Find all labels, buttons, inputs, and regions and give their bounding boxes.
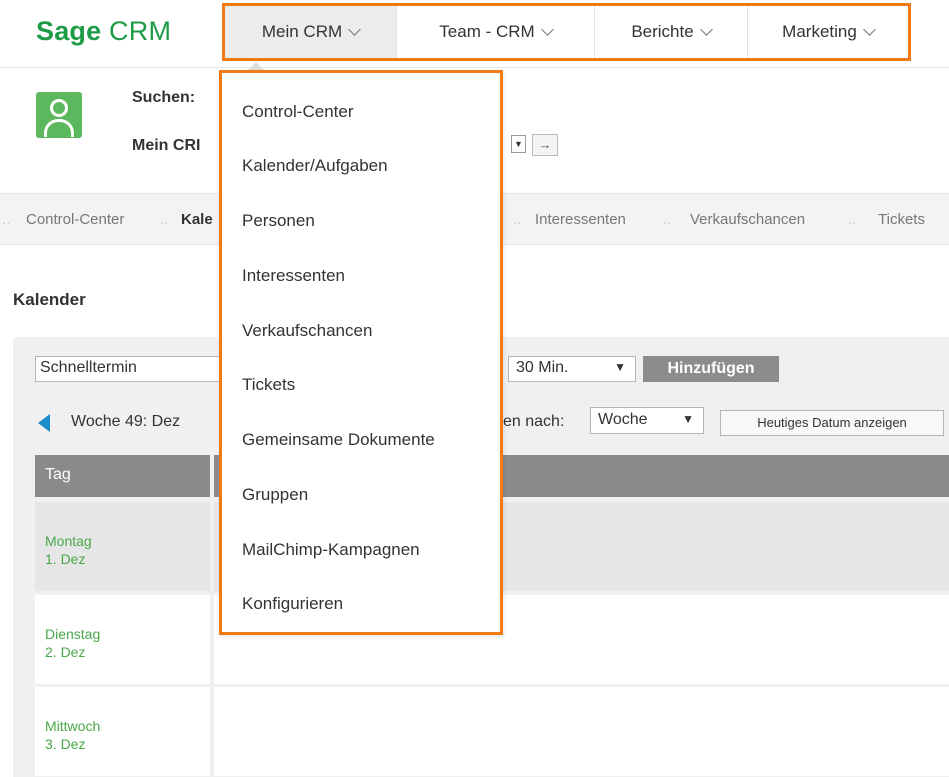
menu-item-kalender-aufgaben[interactable]: Kalender/Aufgaben: [242, 156, 388, 176]
go-button[interactable]: →: [532, 134, 558, 156]
avatar-body-shape: [44, 119, 74, 137]
nav-mein-crm[interactable]: Mein CRM: [225, 6, 397, 58]
weekday-text: Mittwoch: [45, 718, 101, 734]
menu-item-interessenten[interactable]: Interessenten: [242, 266, 345, 286]
nav-berichte-label: Berichte: [631, 22, 694, 41]
weekday-text: Montag: [45, 533, 92, 549]
sage-crm-logo[interactable]: Sage CRM: [36, 16, 171, 47]
user-icon[interactable]: [36, 92, 82, 138]
subnav-separator: ..: [2, 211, 11, 228]
quick-appointment-input[interactable]: Schnelltermin: [35, 356, 225, 382]
subnav-separator: ..: [513, 211, 522, 228]
mycrm-select-arrow[interactable]: ▼: [511, 135, 526, 153]
avatar-head-shape: [50, 99, 68, 117]
date-text: 2. Dez: [45, 644, 86, 660]
chevron-down-icon: [862, 23, 876, 36]
select-arrow-icon: ▼: [682, 412, 694, 426]
week-label: Woche 49: Dez: [71, 413, 181, 430]
logo-text-crm: CRM: [109, 16, 172, 46]
view-select[interactable]: Woche ▼: [590, 407, 704, 434]
menu-item-verkaufschancen[interactable]: Verkaufschancen: [242, 321, 372, 341]
subnav-separator: ..: [663, 211, 672, 228]
duration-value: 30 Min.: [516, 359, 569, 376]
menu-item-gruppen[interactable]: Gruppen: [242, 485, 308, 505]
menu-item-personen[interactable]: Personen: [242, 211, 315, 231]
search-label: Suchen:: [132, 89, 196, 106]
chevron-down-icon: [540, 23, 554, 36]
menu-item-control-center[interactable]: Control-Center: [242, 102, 354, 122]
nav-team-crm[interactable]: Team - CRM: [397, 6, 595, 58]
subnav-kalender[interactable]: Kale: [181, 211, 213, 228]
table-row-content[interactable]: [214, 687, 949, 776]
weekday-text: Dienstag: [45, 626, 101, 642]
logo-text-sage: Sage: [36, 16, 102, 46]
nav-team-crm-label: Team - CRM: [439, 22, 535, 41]
top-bar: Sage CRM Mein CRM Team - CRM Berichte Ma…: [0, 0, 949, 68]
subnav-control-center[interactable]: Control-Center: [26, 211, 124, 228]
select-arrow-icon: ▼: [614, 360, 626, 374]
table-row-day[interactable]: Mittwoch 3. Dez: [35, 687, 210, 776]
chevron-down-icon: [348, 23, 362, 36]
mycrm-label: Mein CRI: [132, 137, 201, 154]
page-title: Kalender: [13, 290, 86, 309]
add-button[interactable]: Hinzufügen: [643, 356, 779, 382]
subnav-interessenten[interactable]: Interessenten: [535, 211, 626, 228]
nav-mein-crm-label: Mein CRM: [261, 22, 343, 41]
menu-item-gemeinsame-dokumente[interactable]: Gemeinsame Dokumente: [242, 430, 435, 450]
date-text: 3. Dez: [45, 736, 86, 752]
table-row-day[interactable]: Montag 1. Dez: [35, 502, 210, 591]
menu-item-mailchimp-kampagnen[interactable]: MailChimp-Kampagnen: [242, 540, 420, 560]
nav-berichte[interactable]: Berichte: [595, 6, 748, 58]
nav-marketing-label: Marketing: [782, 22, 857, 41]
show-today-button[interactable]: Heutiges Datum anzeigen: [720, 410, 944, 436]
table-row-day[interactable]: Dienstag 2. Dez: [35, 595, 210, 684]
subnav-verkaufschancen[interactable]: Verkaufschancen: [690, 211, 805, 228]
triangle-left-icon[interactable]: [38, 414, 50, 432]
main-navigation: Mein CRM Team - CRM Berichte Marketing: [222, 3, 911, 61]
view-select-value: Woche: [598, 411, 648, 428]
mein-crm-dropdown-menu: Control-Center Kalender/Aufgaben Persone…: [219, 70, 503, 635]
menu-item-tickets[interactable]: Tickets: [242, 375, 295, 395]
nav-marketing[interactable]: Marketing: [748, 6, 908, 58]
subnav-tickets[interactable]: Tickets: [878, 211, 925, 228]
date-text: 1. Dez: [45, 551, 86, 567]
menu-item-konfigurieren[interactable]: Konfigurieren: [242, 594, 343, 614]
subnav-separator: ..: [848, 211, 857, 228]
view-by-label: en nach:: [503, 413, 565, 430]
subnav-separator: ..: [160, 211, 169, 228]
chevron-down-icon: [699, 23, 713, 36]
table-header-day: Tag: [35, 455, 210, 497]
duration-select[interactable]: 30 Min. ▼: [508, 356, 636, 382]
